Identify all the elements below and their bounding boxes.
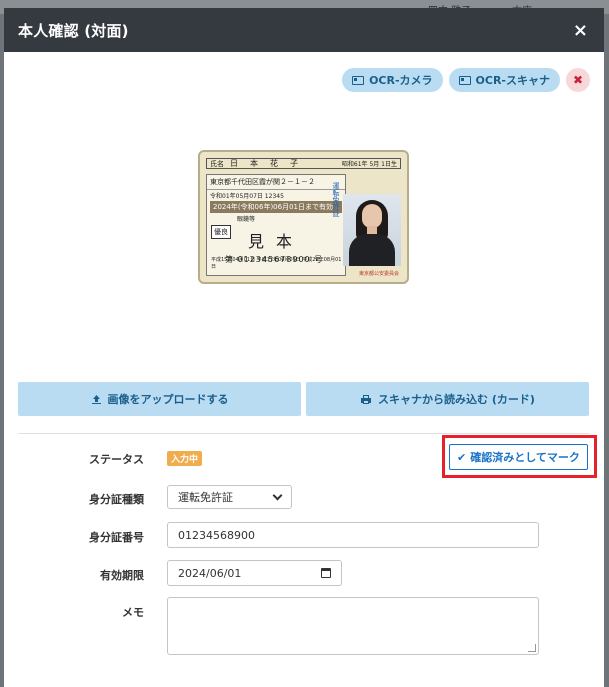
resize-handle-icon[interactable] (528, 644, 536, 652)
ocr-camera-label: OCR-カメラ (369, 74, 433, 87)
clear-image-button[interactable]: ✖ (566, 68, 590, 92)
modal-title: 本人確認 (対面) (18, 21, 129, 40)
memo-textarea[interactable] (167, 597, 539, 655)
id-type-select[interactable]: 運転免許証 (167, 485, 292, 509)
photo-face (362, 204, 382, 228)
ocr-actions: OCR-カメラ OCR-スキャナ ✖ (342, 68, 590, 92)
id-card-icon (352, 75, 365, 85)
close-icon[interactable]: × (573, 20, 588, 41)
chevron-down-icon (272, 490, 283, 501)
expiry-value: 2024/06/01 (178, 566, 242, 580)
license-vertical-title: 運転免許証 (332, 182, 340, 217)
ocr-camera-button[interactable]: OCR-カメラ (342, 68, 443, 92)
memo-label: メモ (122, 606, 144, 619)
license-history-dates: 平成15年04月01日 平成17年06月01日 平成29年08月01日 (211, 257, 342, 270)
divider (18, 433, 590, 434)
license-image: 氏名 日本花子 昭和61年 5月 1日生 東京都千代田区霞が関２－１－２ 令和0… (198, 150, 409, 284)
upload-icon (91, 394, 101, 404)
status-badge: 入力中 (167, 451, 203, 466)
id-type-label: 身分証種類 (89, 493, 144, 506)
mark-confirmed-button[interactable]: ✔ 確認済みとしてマーク (449, 444, 588, 470)
license-details: 東京都千代田区霞が関２－１－２ 令和01年05月07日 12345 2024年(… (206, 174, 346, 276)
scan-card-label: スキャナから読み込む (カード) (378, 393, 535, 406)
license-valid-until: 2024年(令和06年)06月01日まで有効 (210, 201, 342, 213)
check-icon: ✔ (457, 450, 467, 464)
id-type-value: 運転免許証 (178, 491, 233, 504)
license-condition: 眼鏡等 (237, 216, 256, 223)
license-birth: 昭和61年 5月 1日生 (341, 161, 397, 168)
expiry-label: 有効期限 (100, 569, 144, 582)
upload-image-button[interactable]: 画像をアップロードする (18, 382, 301, 416)
identity-verification-modal: 本人確認 (対面) × OCR-カメラ OCR-スキャナ ✖ 氏名 日本花子 昭… (4, 8, 604, 687)
license-issue-date: 令和01年05月07日 12345 (210, 193, 284, 200)
calendar-icon[interactable] (321, 568, 331, 578)
status-label: ステータス (89, 453, 144, 466)
modal-header: 本人確認 (対面) × (4, 8, 604, 52)
id-card-icon (458, 75, 471, 85)
id-number-input[interactable]: 01234568900 (167, 522, 539, 548)
license-address: 東京都千代田区霞が関２－１－２ (207, 175, 345, 190)
photo-body (349, 234, 395, 266)
expiry-date-input[interactable]: 2024/06/01 (167, 560, 342, 586)
ocr-scanner-label: OCR-スキャナ (475, 74, 550, 87)
license-name-row: 氏名 日本花子 昭和61年 5月 1日生 (206, 158, 401, 169)
license-photo (343, 194, 401, 266)
ocr-scanner-button[interactable]: OCR-スキャナ (448, 68, 560, 92)
scan-card-button[interactable]: スキャナから読み込む (カード) (306, 382, 589, 416)
license-yuryo-badge: 優良 (211, 225, 231, 239)
id-number-value: 01234568900 (178, 528, 255, 542)
license-name-label: 氏名 (210, 159, 224, 168)
license-name: 日本花子 (230, 159, 310, 168)
upload-label: 画像をアップロードする (107, 393, 229, 406)
print-icon (361, 394, 372, 404)
id-number-label: 身分証番号 (89, 531, 144, 544)
mark-confirmed-label: 確認済みとしてマーク (470, 451, 580, 464)
license-seal: 東京都公安委員会 (358, 271, 399, 277)
